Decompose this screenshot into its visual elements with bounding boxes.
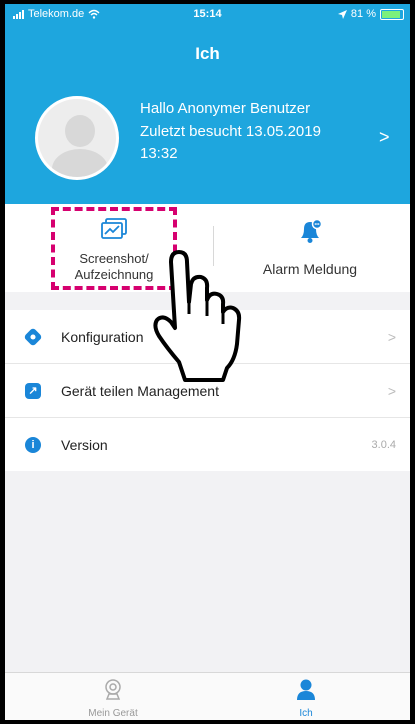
share-icon: ↗ xyxy=(25,383,41,399)
profile-header: Telekom.de 15:14 81 % Ich Hallo Anonymer… xyxy=(5,4,410,204)
settings-icon xyxy=(23,327,43,347)
battery-info: 81 % xyxy=(337,8,404,20)
menu-item-label: Konfiguration xyxy=(61,328,144,345)
tab-my-device[interactable]: Mein Gerät xyxy=(43,679,183,719)
alarm-bell-icon xyxy=(301,218,323,243)
tab-bar: Mein Gerät Ich xyxy=(5,672,410,720)
tab-label: Ich xyxy=(299,708,313,719)
tab-me[interactable]: Ich xyxy=(236,679,376,719)
camera-icon xyxy=(105,679,121,700)
info-icon: i xyxy=(25,437,41,453)
phone-screen: Telekom.de 15:14 81 % Ich Hallo Anonymer… xyxy=(5,4,410,720)
person-icon xyxy=(297,679,315,700)
hand-pointer-icon xyxy=(153,250,242,382)
location-icon xyxy=(337,9,347,19)
battery-percent: 81 % xyxy=(350,8,376,20)
chevron-right-icon: > xyxy=(387,328,396,345)
tab-label: Mein Gerät xyxy=(88,708,138,719)
last-visit-text: Zuletzt besucht 13.05.2019 13:32 xyxy=(140,123,321,162)
chevron-right-icon: > xyxy=(387,382,396,399)
page-title: Ich xyxy=(195,44,220,63)
version-value: 3.0.4 xyxy=(371,438,396,451)
greeting-text: Hallo Anonymer Benutzer xyxy=(140,100,311,117)
battery-icon xyxy=(380,8,404,20)
menu-item-label: Gerät teilen Management xyxy=(61,382,219,399)
menu-item-version: i Version 3.0.4 xyxy=(5,418,410,471)
status-bar: Telekom.de 15:14 81 % xyxy=(5,4,410,24)
menu-item-label: Version xyxy=(61,436,108,453)
chevron-right-icon[interactable]: > xyxy=(379,127,390,148)
avatar[interactable] xyxy=(35,96,119,180)
